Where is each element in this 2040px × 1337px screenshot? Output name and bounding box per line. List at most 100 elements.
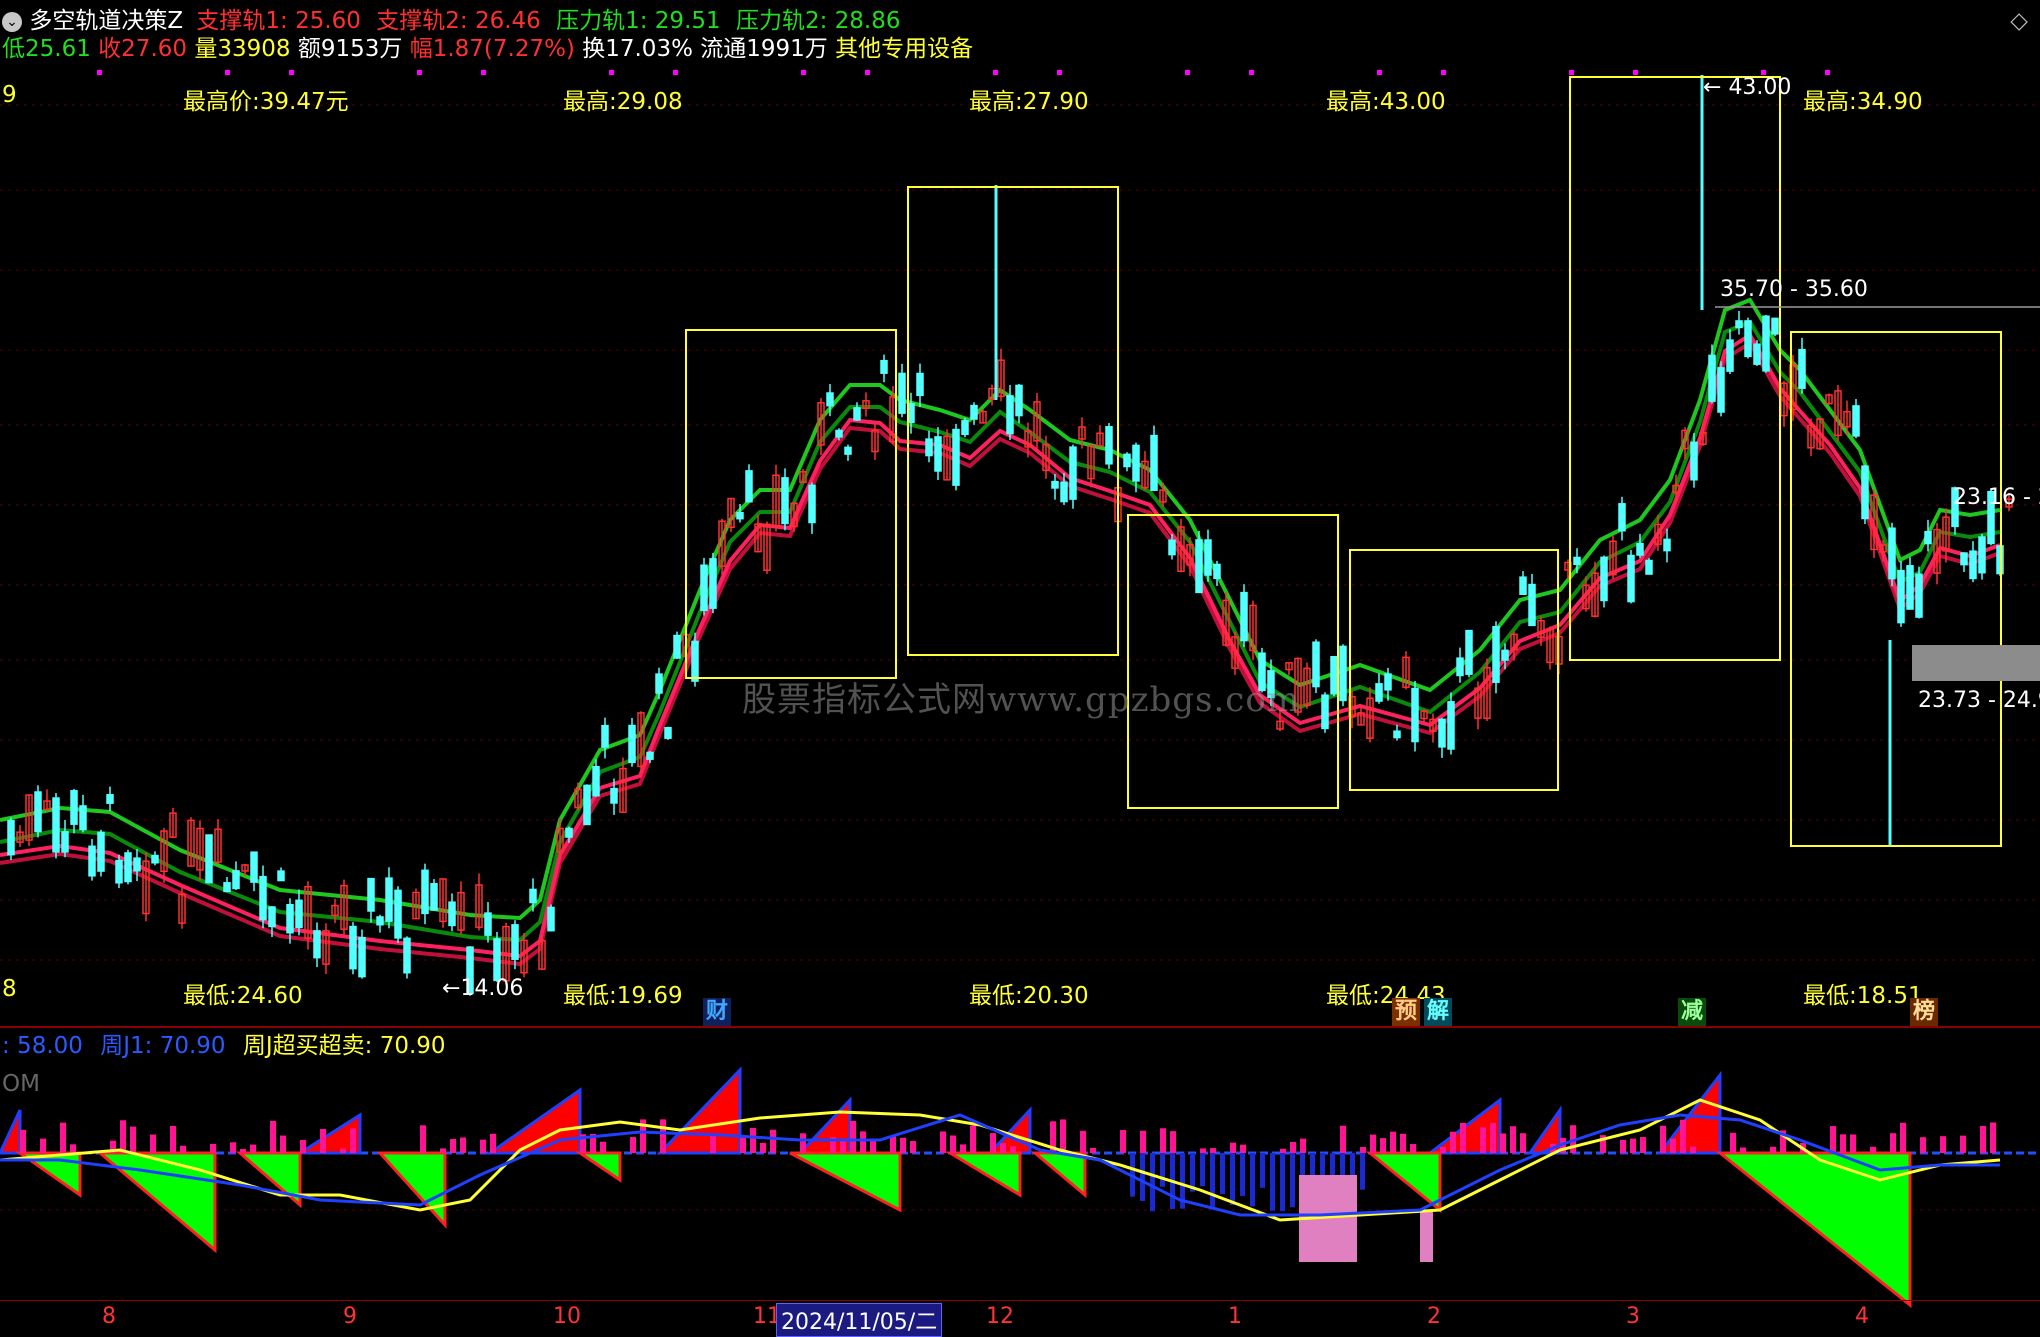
histogram-bar [1890,1133,1896,1153]
histogram-bar-blue [1250,1153,1255,1207]
histogram-bar [1840,1134,1846,1153]
histogram-bar [800,1133,806,1153]
event-tag-finance[interactable]: 财 [703,998,732,1026]
sector: 其他专用设备 [835,36,974,62]
candle-body [1105,426,1113,465]
candle-body [628,724,636,764]
candle-body [1015,384,1023,417]
candle-body [106,794,114,804]
support-rail-2: 支撑轨2: 26.46 [376,8,541,34]
histogram-bar [210,1143,216,1153]
candle-body [124,852,132,883]
candle-body [52,797,60,853]
candle-body [736,511,744,520]
event-tag-list[interactable]: 榜 [1910,998,1939,1026]
histogram-bar [1490,1122,1496,1153]
histogram-bar [1690,1146,1696,1153]
signal-dot [481,70,486,75]
amplitude: 幅1.87(7.27%) [409,36,575,62]
pressure-rail-2: 压力轨2: 28.86 [735,8,901,34]
close-price: 收27.60 [98,36,188,62]
candle-body [1960,552,1968,566]
candle-body [115,859,123,884]
turnover: 换17.03% [582,36,693,62]
histogram-bar [1980,1125,1986,1153]
candle-body [1150,434,1158,491]
candle-body [133,857,141,872]
histogram-bar [1230,1142,1236,1153]
candle-body [1861,465,1869,520]
event-tag-reduce[interactable]: 减 [1678,998,1707,1026]
oversold-triangle [376,1151,447,1229]
candle-body [1528,583,1536,627]
histogram-bar [870,1139,876,1153]
candle-body [970,404,978,420]
support-rail-1: 支撑轨1: 25.60 [196,8,361,34]
histogram-bar [340,1148,346,1153]
histogram-bar [890,1135,896,1153]
trough-price-value: 14.06 [460,976,524,1001]
histogram-bar [600,1141,606,1153]
candle-body [1978,536,1986,574]
candle-body [1726,339,1734,372]
current-date-cursor[interactable]: 2024/11/05/二 [776,1303,943,1337]
histogram-bar-blue [1240,1153,1245,1196]
indicator-name[interactable]: 多空轨道决策Z [29,8,183,34]
candle-body [1321,694,1329,730]
histogram-bar [760,1142,766,1153]
x-axis-label: 3 [1626,1304,1640,1329]
dropdown-circle-icon[interactable]: ⌄ [2,12,22,32]
main-chart[interactable] [0,0,2040,1335]
x-axis-label: 10 [553,1304,581,1329]
histogram-bar [1170,1131,1176,1153]
amount: 额9153万 [297,36,403,62]
candle-body [70,790,78,825]
candle-body [1600,556,1608,602]
histogram-bar [1140,1130,1146,1153]
candle-body [601,724,609,748]
candle-body [358,936,366,978]
event-tag-forecast[interactable]: 预 [1392,998,1421,1026]
candle-body [529,888,537,904]
histogram-bar [240,1148,246,1153]
candle-body [1006,395,1014,435]
histogram-bar [1400,1133,1406,1153]
histogram-bar-blue [1270,1153,1275,1211]
candle-body [250,851,258,883]
candle-body [655,673,663,694]
candle-body [1852,405,1860,437]
high-label: 最高:27.90 [969,89,1089,115]
signal-dot [1185,70,1190,75]
signal-dot [1633,70,1638,75]
candle-body [934,436,942,472]
candle-body [61,831,69,853]
histogram-bar-blue [1200,1153,1205,1187]
zone-lower-label: 23.73 - 24.9 [1918,688,2040,713]
histogram-bar [1380,1138,1386,1153]
indicator-value: : 58.00 [2,1033,83,1059]
high-label: 最高价:39.47元 [183,89,349,115]
event-tag-unlock[interactable]: 解 [1424,998,1453,1026]
histogram-bar [1520,1133,1526,1153]
candle-body [1240,591,1248,642]
candle-body [1447,701,1455,750]
candle-body [484,912,492,936]
peak-price-value: 43.00 [1728,75,1792,100]
candle-body [1897,569,1905,624]
histogram-bar [460,1137,466,1153]
histogram-bar [1000,1143,1006,1153]
candle-body [1069,446,1077,500]
histogram-bar [750,1127,756,1153]
bottom-left-value: 8 [2,976,17,1002]
histogram-bar [1770,1146,1776,1153]
candle-body [1627,554,1635,603]
candle-body [394,889,402,939]
weekly-j1: 周J1: 70.90 [100,1033,226,1059]
candle-body [1771,317,1779,335]
candle-body [547,906,555,932]
diamond-icon[interactable]: ◇ [2010,7,2028,35]
histogram-bar [180,1145,186,1153]
histogram-bar [1010,1146,1016,1153]
candle-body [1465,629,1473,675]
candle-body [592,766,600,797]
